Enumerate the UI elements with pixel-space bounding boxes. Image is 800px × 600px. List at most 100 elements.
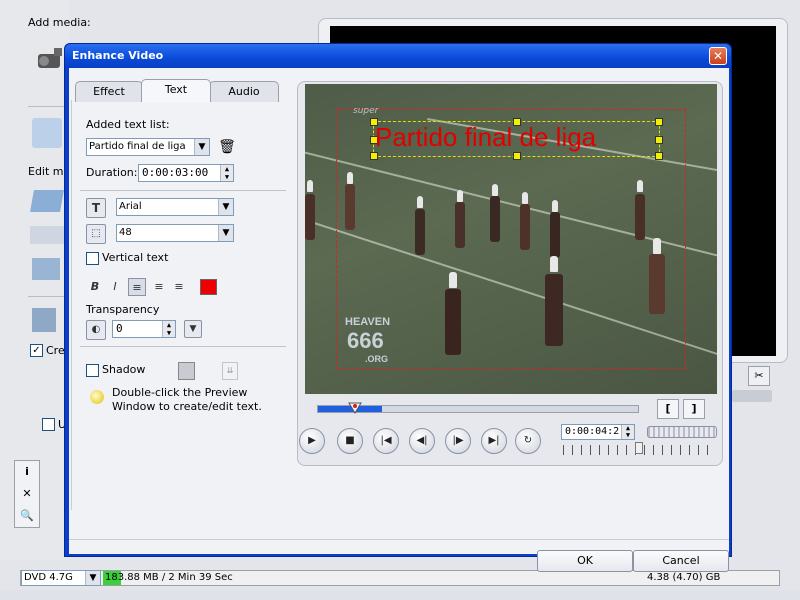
text-tab-panel: Added text list: Partido final de liga ▼… [71,100,287,510]
italic-button[interactable]: I [106,278,124,296]
transparency-input[interactable]: 0 ▲ ▼ [112,320,176,338]
timecode-spinner[interactable]: ▲ ▼ [621,425,634,439]
side-toolbar: i ✕ 🔍 [14,460,40,528]
align-right-icon[interactable]: ≡ [170,278,188,296]
capture-icon[interactable] [32,118,62,148]
resize-handle[interactable] [655,118,663,126]
status-bar: DVD 4.7G ▼ 183.88 MB / 2 Min 39 Sec 4.38… [20,570,780,586]
duration-label: Duration: [86,166,138,179]
go-to-start-button[interactable]: |◀ [373,428,399,454]
playback-scrubber[interactable] [317,402,639,414]
transparency-spinner[interactable]: ▲ ▼ [162,321,175,337]
back-arrow-icon[interactable] [32,308,56,332]
divider [28,106,68,107]
capacity-text: 4.38 (4.70) GB [647,572,721,583]
font-size-icon: ⬚ [86,224,106,244]
background-checkbox[interactable] [42,418,55,431]
watermark-org: .ORG [365,354,389,364]
shadow-label: Shadow [102,363,146,376]
duration-spinner[interactable]: ▲ ▼ [220,165,233,181]
chevron-down-icon: ▼ [194,139,209,155]
added-text-value: Partido final de liga [89,141,186,152]
camcorder-icon[interactable] [36,44,64,80]
jog-wheel[interactable] [647,426,717,438]
watermark-heaven: HEAVEN [345,316,391,328]
repeat-button[interactable]: ↻ [515,428,541,454]
marcher-plume [307,180,313,192]
font-size-value: 48 [119,227,132,238]
duration-value: 0:00:03:00 [142,166,209,179]
resize-handle[interactable] [513,152,521,160]
transparency-dropdown-icon[interactable]: ▼ [184,320,202,338]
next-frame-button[interactable]: |▶ [445,428,471,454]
shadow-checkbox[interactable] [86,364,99,377]
close-button[interactable]: ✕ [709,47,727,65]
chevron-down-icon: ▼ [218,199,233,215]
tab-effect[interactable]: Effect [75,81,143,102]
cancel-button[interactable]: Cancel [633,550,729,572]
duration-input[interactable]: 0:00:03:00 ▲ ▼ [138,164,234,182]
added-text-select[interactable]: Partido final de liga ▼ [86,138,210,156]
preview-window[interactable]: Partido final de liga super HEAVEN 666 .… [305,84,717,394]
disc-type-value: DVD 4.7G [24,572,73,583]
enhance-tool-icon[interactable] [32,258,60,280]
font-value: Arial [119,201,142,212]
dialog-titlebar[interactable]: Enhance Video ✕ [65,44,731,68]
overlay-title-text[interactable]: Partido final de liga [375,122,596,153]
tab-text[interactable]: Text [141,79,211,102]
bold-button[interactable]: B [86,278,104,296]
font-icon: T [86,198,106,218]
divider [80,346,286,347]
watermark-666: 666 [347,328,384,353]
edit-tool-icon[interactable] [30,190,64,212]
info-icon[interactable]: i [15,461,39,483]
resize-handle[interactable] [655,152,663,160]
vertical-text-checkbox[interactable] [86,252,99,265]
enhance-video-dialog: Enhance Video ✕ Effect Text Audio Added … [64,43,732,572]
timecode-input[interactable]: 0:00:04:2 ▲ ▼ [561,424,635,440]
text-color-swatch[interactable] [200,279,217,295]
go-to-end-button[interactable]: ▶| [481,428,507,454]
transparency-value: 0 [116,322,123,335]
create-label: Cre [46,344,65,357]
split-tool-icon[interactable] [30,226,64,244]
chevron-down-icon: ▼ [218,225,233,241]
font-size-select[interactable]: 48 ▼ [116,224,234,242]
chevron-down-icon: ▼ [85,571,100,585]
create-checkbox[interactable]: ✓ [30,344,43,357]
space-used-text: 183.88 MB / 2 Min 39 Sec [105,572,233,583]
scrubber-thumb[interactable] [348,402,362,414]
disc-type-select[interactable]: DVD 4.7G ▼ [21,570,101,586]
scissors-icon[interactable]: ✂ [748,366,770,386]
resize-handle[interactable] [370,152,378,160]
trash-icon[interactable]: 🗑 [218,138,236,156]
resize-handle[interactable] [655,136,663,144]
marcher [305,194,315,240]
align-left-icon[interactable]: ≡ [128,278,146,296]
shuttle-thumb[interactable] [635,442,643,454]
mark-in-button[interactable]: [ [657,399,679,419]
tab-bar: Effect Text Audio [73,79,283,102]
shadow-color-swatch[interactable] [178,362,195,380]
tab-audio[interactable]: Audio [209,81,279,102]
hint-text: Double-click the Preview Window to creat… [112,386,262,413]
previous-frame-button[interactable]: ◀| [409,428,435,454]
zoom-icon[interactable]: 🔍 [15,505,39,527]
play-button[interactable]: ▶ [299,428,325,454]
align-center-icon[interactable]: ≡ [150,278,168,296]
watermark-tag: super [353,106,379,116]
ok-button[interactable]: OK [537,550,633,572]
volume-slider[interactable] [732,390,772,402]
divider [28,296,68,297]
font-select[interactable]: Arial ▼ [116,198,234,216]
shadow-options-icon[interactable]: ⇊ [222,362,238,380]
mark-out-button[interactable]: ] [683,399,705,419]
dialog-body: Effect Text Audio Added text list: Parti… [69,68,729,572]
added-text-list-label: Added text list: [86,118,170,131]
transparency-icon: ◐ [86,320,106,340]
stop-button[interactable]: ■ [337,428,363,454]
vertical-text-label: Vertical text [102,251,169,264]
divider [69,539,729,540]
delete-icon[interactable]: ✕ [15,483,39,505]
add-media-label: Add media: [28,16,91,29]
